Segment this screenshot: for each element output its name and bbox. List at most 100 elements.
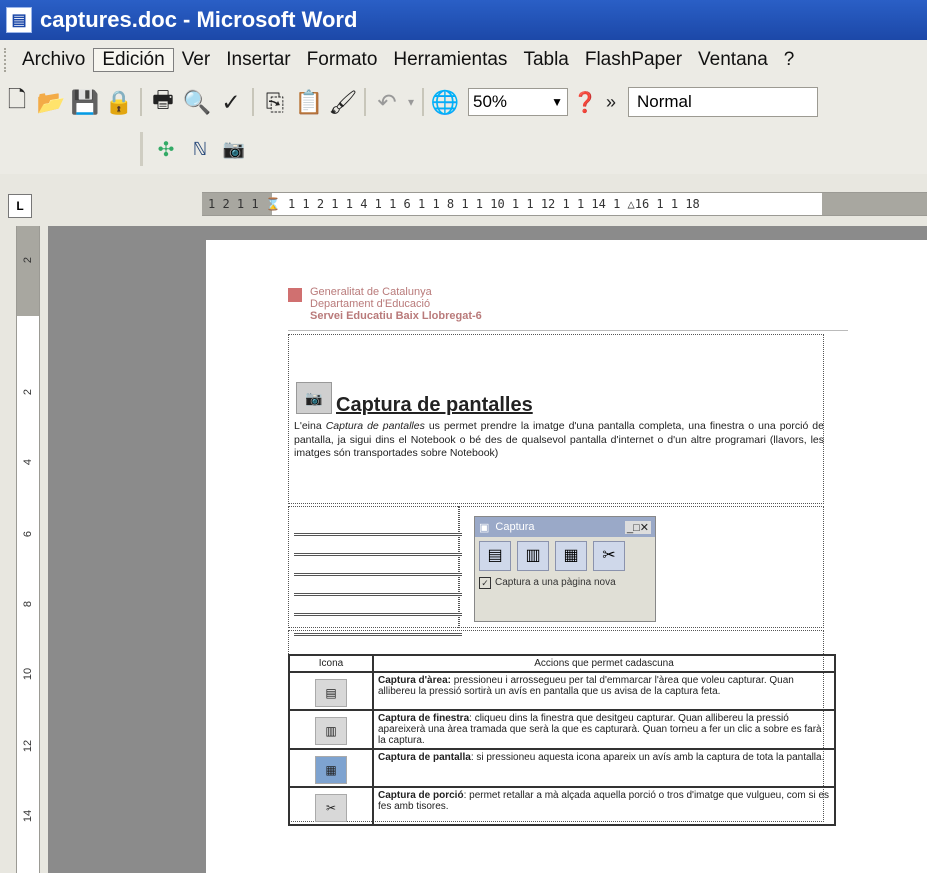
copy-icon[interactable]: ⎘	[258, 85, 292, 119]
toolbar-separator	[364, 88, 366, 116]
table-text-cell: Captura d'àrea: pressioneu i arrossegueu…	[372, 671, 836, 711]
capture-area-icon: ▤	[479, 541, 511, 571]
horizontal-ruler: L 1 2 1 1 ⌛ 1 1 2 1 1 4 1 1 6 1 1 8 1 1 …	[0, 174, 927, 227]
vruler-tick: 2	[22, 256, 34, 264]
spelling-icon[interactable]: ✓	[214, 85, 248, 119]
save-icon[interactable]: 💾	[68, 85, 102, 119]
camera-icon: ▣	[479, 521, 490, 534]
ruler-strip[interactable]: 1 2 1 1 ⌛ 1 1 2 1 1 4 1 1 6 1 1 8 1 1 10…	[202, 192, 927, 216]
capture-panel-image: ▣ Captura _□✕ ▤ ▥ ▦ ✂ ✓ Captura a una pàgin…	[474, 516, 656, 622]
style-select[interactable]: Normal	[628, 87, 818, 117]
undo-dropdown-icon[interactable]: ▾	[404, 85, 418, 119]
action-desc: : si pressioneu aquesta icona apareix un…	[470, 752, 825, 763]
menu-help[interactable]: ?	[776, 49, 803, 71]
camera-icon[interactable]: 📷	[217, 132, 251, 166]
blank-line	[294, 576, 462, 596]
vruler-margin-top	[17, 226, 39, 316]
menu-formato[interactable]: Formato	[299, 49, 386, 71]
toolbar-overflow-icon[interactable]: »	[602, 85, 620, 119]
table-icon-cell: ▤	[288, 671, 374, 711]
capture-n-icon[interactable]: ℕ	[183, 132, 217, 166]
paste-icon[interactable]: 📋	[292, 85, 326, 119]
header-rule	[288, 330, 848, 331]
chevron-down-icon: ▼	[551, 95, 563, 109]
table-header-cell: Accions que permet cadascuna	[372, 654, 836, 673]
tab-stop-selector[interactable]: L	[8, 194, 32, 218]
capture-window-icon: ▥	[517, 541, 549, 571]
open-folder-icon[interactable]: 📂	[34, 85, 68, 119]
menu-archivo[interactable]: Archivo	[14, 49, 93, 71]
action-name: Captura d'àrea:	[378, 675, 451, 686]
checkbox-icon: ✓	[479, 577, 491, 589]
toolbar-separator	[252, 88, 254, 116]
menu-insertar[interactable]: Insertar	[218, 49, 298, 71]
menu-flashpaper[interactable]: FlashPaper	[577, 49, 690, 71]
intro-paragraph: L'eina Captura de pantalles us permet pr…	[294, 420, 824, 461]
table-text-cell: Captura de finestra: cliqueu dins la fin…	[372, 709, 836, 750]
capture-plus-icon[interactable]: ✣	[149, 132, 183, 166]
capture-screen-icon: ▦	[555, 541, 587, 571]
blank-lines	[294, 516, 462, 636]
vruler-tick: 10	[22, 667, 34, 681]
blank-line	[294, 536, 462, 556]
capture-area-icon: ▤	[315, 679, 347, 707]
menu-tabla[interactable]: Tabla	[515, 49, 576, 71]
menu-bar: Archivo Edición Ver Insertar Formato Her…	[0, 40, 927, 81]
vruler-tick: 6	[22, 530, 34, 538]
table-icon-cell: ▦	[288, 748, 374, 788]
action-name: Captura de porció	[378, 790, 464, 801]
new-document-icon[interactable]: 🗋	[0, 85, 34, 119]
ruler-ticks: 1 2 1 1 ⌛ 1 1 2 1 1 4 1 1 6 1 1 8 1 1 10…	[208, 197, 700, 211]
table-header-row: Icona Accions que permet cadascuna	[288, 654, 836, 673]
window-controls-icon: _□✕	[625, 520, 651, 534]
intro-em: Captura de pantalles	[325, 420, 425, 432]
header-line: Departament d'Educació	[310, 298, 431, 310]
help-icon[interactable]: ❓	[568, 85, 602, 119]
capture-screen-icon: ▦	[315, 756, 347, 784]
menu-ventana[interactable]: Ventana	[690, 49, 776, 71]
capture-freehand-icon: ✂	[315, 794, 347, 822]
vruler-tick: 4	[22, 458, 34, 466]
print-icon[interactable]: 🖶	[146, 85, 180, 119]
zoom-value: 50%	[473, 92, 508, 111]
ruler-margin-right	[822, 193, 927, 215]
vruler-strip[interactable]: 2 2 4 6 8 10 12 14	[16, 226, 40, 873]
format-painter-icon[interactable]: 🖌	[326, 85, 360, 119]
zoom-select[interactable]: 50% ▼	[468, 88, 568, 116]
page-header: Generalitat de Catalunya Departament d'E…	[288, 286, 848, 331]
action-name: Captura de pantalla	[378, 752, 471, 763]
undo-icon[interactable]: ↶	[370, 85, 404, 119]
document-canvas[interactable]: Generalitat de Catalunya Departament d'E…	[48, 226, 927, 873]
table-row: ▥ Captura de finestra: cliqueu dins la f…	[288, 709, 836, 750]
document-page[interactable]: Generalitat de Catalunya Departament d'E…	[206, 240, 927, 873]
toolbar-grip[interactable]	[4, 48, 10, 72]
menu-ver[interactable]: Ver	[174, 49, 219, 71]
action-name: Captura de finestra	[378, 713, 470, 724]
menu-edicion[interactable]: Edición	[93, 48, 174, 72]
header-line: Generalitat de Catalunya	[310, 286, 432, 298]
capture-window-icon: ▥	[315, 717, 347, 745]
vertical-ruler: 2 2 4 6 8 10 12 14	[0, 226, 49, 873]
menu-herramientas[interactable]: Herramientas	[385, 49, 515, 71]
toolbar-separator	[140, 88, 142, 116]
table-text-cell: Captura de pantalla: si pressioneu aques…	[372, 748, 836, 788]
vruler-tick: 8	[22, 600, 34, 608]
text-frame[interactable]	[288, 334, 824, 504]
permission-icon[interactable]: 🔒	[102, 85, 136, 119]
table-text-cell: Captura de porció: permet retallar a mà …	[372, 786, 836, 826]
secondary-toolbar: ✣ ℕ 📷	[0, 124, 927, 175]
web-globe-icon[interactable]: 🌐	[428, 85, 462, 119]
header-line: Servei Educatiu Baix Llobregat-6	[310, 310, 482, 322]
intro-pre: L'eina	[294, 420, 326, 432]
standard-toolbar: 🗋 📂 💾 🔒 🖶 🔍 ✓ ⎘ 📋 🖌 ↶ ▾ 🌐 50% ▼ ❓ » Norm…	[0, 80, 927, 125]
table-row: ▦ Captura de pantalla: si pressioneu aqu…	[288, 748, 836, 788]
new-page-checkbox: ✓ Captura a una pàgina nova	[479, 577, 651, 589]
blank-line	[294, 556, 462, 576]
blank-line	[294, 596, 462, 616]
table-row: ▤ Captura d'àrea: pressioneu i arrossegu…	[288, 671, 836, 711]
title-bar: ▤ captures.doc - Microsoft Word	[0, 0, 927, 40]
capture-panel-title: ▣ Captura _□✕	[475, 517, 655, 537]
print-preview-icon[interactable]: 🔍	[180, 85, 214, 119]
capture-tool-icon: 📷	[296, 382, 332, 414]
toolbar-separator	[422, 88, 424, 116]
